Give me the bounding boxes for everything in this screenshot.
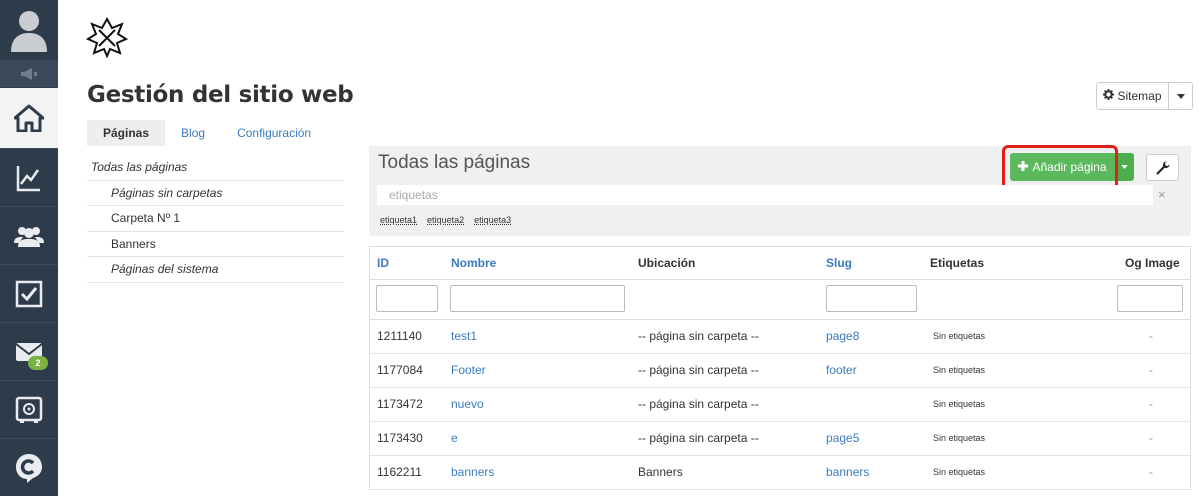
nombre-filter-input[interactable] — [450, 285, 625, 312]
cell-og-image: - — [1149, 397, 1153, 411]
gear-icon — [1103, 89, 1115, 103]
sitemap-label: Sitemap — [1117, 89, 1162, 103]
column-header-og-image: Og Image — [1125, 256, 1180, 270]
caret-down-icon — [1176, 93, 1185, 99]
cell-slug-link[interactable]: page5 — [826, 422, 859, 455]
megaphone-icon[interactable] — [0, 60, 58, 87]
table-row[interactable]: 1173472 nuevo -- página sin carpeta -- S… — [370, 388, 1190, 422]
cell-ubicacion: -- página sin carpeta -- — [638, 431, 759, 445]
column-header-slug[interactable]: Slug — [826, 247, 852, 280]
cell-id: 1162211 — [377, 465, 422, 479]
settings-button[interactable] — [1146, 154, 1179, 181]
cell-ubicacion: -- página sin carpeta -- — [638, 329, 759, 343]
pages-table: ID Nombre Ubicación Slug Etiquetas Og Im… — [369, 246, 1191, 490]
table-filter-row — [370, 280, 1190, 320]
cell-etiquetas: Sin etiquetas — [933, 331, 986, 341]
panel-title: Todas las páginas — [378, 152, 531, 173]
column-header-id[interactable]: ID — [377, 247, 389, 280]
og-image-filter-input[interactable] — [1117, 285, 1183, 312]
cell-nombre-link[interactable]: banners — [451, 456, 494, 489]
cell-slug-link[interactable]: footer — [826, 354, 857, 387]
tag-link[interactable]: etiqueta2 — [427, 215, 464, 225]
cell-og-image: - — [1149, 329, 1153, 343]
column-header-ubicacion: Ubicación — [638, 256, 696, 270]
folder-item-sistema[interactable]: Páginas del sistema — [87, 257, 344, 283]
cell-slug-link[interactable]: banners — [826, 456, 869, 489]
column-header-nombre[interactable]: Nombre — [451, 247, 496, 280]
caret-down-icon — [1121, 165, 1128, 169]
table-row[interactable]: 1177084 Footer -- página sin carpeta -- … — [370, 354, 1190, 388]
cell-etiquetas: Sin etiquetas — [933, 467, 986, 477]
folder-item-carpeta-1[interactable]: Carpeta Nº 1 — [87, 206, 344, 232]
tag-filter-input[interactable] — [377, 185, 1153, 205]
table-header-row: ID Nombre Ubicación Slug Etiquetas Og Im… — [370, 247, 1190, 280]
tab-blog[interactable]: Blog — [165, 120, 221, 146]
icon-sidebar: 2 — [0, 0, 58, 496]
brand-logo — [85, 16, 129, 59]
home-icon[interactable] — [0, 88, 58, 148]
tasks-checkbox-icon[interactable] — [0, 264, 58, 322]
analytics-chart-icon[interactable] — [0, 148, 58, 206]
tag-list: etiqueta1 etiqueta2 etiqueta3 — [380, 215, 511, 225]
cell-id: 1173472 — [377, 397, 423, 411]
mail-icon[interactable]: 2 — [0, 322, 58, 380]
folder-item-banners[interactable]: Banners — [87, 232, 344, 257]
cell-ubicacion: -- página sin carpeta -- — [638, 397, 759, 411]
page-title: Gestión del sitio web — [87, 82, 354, 108]
chat-icon[interactable] — [0, 438, 58, 496]
cell-nombre-link[interactable]: test1 — [451, 320, 477, 353]
section-tabs: Páginas Blog Configuración — [87, 120, 327, 146]
tab-configuracion[interactable]: Configuración — [221, 120, 327, 146]
cell-id: 1177084 — [377, 363, 423, 377]
tag-link[interactable]: etiqueta3 — [474, 215, 511, 225]
folder-item-todas[interactable]: Todas las páginas — [87, 155, 344, 181]
cell-ubicacion: Banners — [638, 465, 683, 479]
sitemap-dropdown-toggle[interactable] — [1168, 82, 1193, 110]
cell-nombre-link[interactable]: Footer — [451, 354, 486, 387]
cell-etiquetas: Sin etiquetas — [933, 433, 986, 443]
mail-count-badge: 2 — [28, 356, 48, 370]
folder-list: Todas las páginas Páginas sin carpetas C… — [87, 155, 344, 283]
cell-og-image: - — [1149, 465, 1153, 479]
table-row[interactable]: 1211140 test1 -- página sin carpeta -- p… — [370, 320, 1190, 354]
cell-nombre-link[interactable]: nuevo — [451, 388, 484, 421]
user-avatar-icon[interactable] — [0, 0, 58, 60]
cell-slug-link[interactable]: page8 — [826, 320, 859, 353]
id-filter-input[interactable] — [376, 285, 438, 312]
tag-link[interactable]: etiqueta1 — [380, 215, 417, 225]
cell-etiquetas: Sin etiquetas — [933, 399, 986, 409]
slug-filter-input[interactable] — [826, 285, 917, 312]
safe-icon[interactable] — [0, 380, 58, 438]
cell-nombre-link[interactable]: e — [451, 422, 458, 455]
table-row[interactable]: 1162211 banners Banners banners Sin etiq… — [370, 456, 1190, 490]
app-root: 2 Gestión del sitio web Sitemap Páginas … — [0, 0, 1199, 496]
folder-item-sin-carpetas[interactable]: Páginas sin carpetas — [87, 181, 344, 206]
sitemap-button[interactable]: Sitemap — [1096, 82, 1169, 110]
table-row[interactable]: 1173430 e -- página sin carpeta -- page5… — [370, 422, 1190, 456]
cell-id: 1211140 — [377, 329, 422, 343]
cell-og-image: - — [1149, 363, 1153, 377]
clear-tags-icon[interactable]: × — [1158, 187, 1166, 202]
column-header-etiquetas: Etiquetas — [930, 256, 985, 270]
cell-id: 1173430 — [377, 431, 423, 445]
cell-og-image: - — [1149, 431, 1153, 445]
contacts-group-icon[interactable] — [0, 206, 58, 264]
wrench-icon — [1155, 160, 1170, 175]
tab-paginas[interactable]: Páginas — [87, 120, 166, 146]
cell-etiquetas: Sin etiquetas — [933, 365, 986, 375]
cell-ubicacion: -- página sin carpeta -- — [638, 363, 759, 377]
